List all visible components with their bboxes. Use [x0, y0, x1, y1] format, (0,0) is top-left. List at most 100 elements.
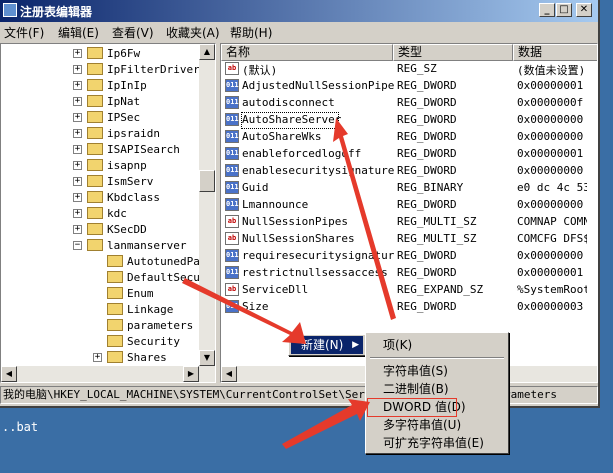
value-type: REG_BINARY [397, 181, 464, 194]
value-data: 0x00000000 (0) [517, 164, 587, 177]
expand-icon[interactable]: + [73, 97, 82, 106]
value-row[interactable]: ab NullSessionShares REG_MULTI_SZ COMCFG DF… [221, 231, 587, 248]
collapse-icon[interactable]: − [73, 241, 82, 250]
desktop-file-label[interactable]: ..bat [2, 420, 38, 434]
value-row[interactable]: 011 AdjustedNullSessionPipes REG_DWORD 0x00… [221, 78, 587, 95]
new-binary-value-item[interactable]: 二进制值(B) [368, 380, 506, 398]
menu-favorites[interactable]: 收藏夹(A) [166, 24, 220, 41]
menu-view[interactable]: 查看(V) [112, 24, 154, 41]
submenu-separator [370, 357, 504, 359]
menu-help[interactable]: 帮助(H) [230, 24, 272, 41]
value-row[interactable]: 011AutoShareWks REG_DWORD 0x00000000 (0) [221, 129, 587, 146]
folder-icon [87, 79, 103, 91]
value-type: REG_DWORD [397, 130, 457, 143]
expand-icon[interactable]: + [73, 65, 82, 74]
value-row[interactable]: 011 enableforcedlogoff REG_DWORD 0x00000001… [221, 146, 587, 163]
close-button[interactable]: ✕ [576, 3, 592, 17]
value-type: REG_DWORD [397, 300, 457, 313]
value-type: REG_MULTI_SZ [397, 215, 477, 228]
menu-bar: 文件(F) 编辑(E) 查看(V) 收藏夹(A) 帮助(H) [0, 22, 598, 41]
value-data: 0x0000000f (15) [517, 96, 587, 109]
tree-item-label: ISAPISearch [107, 143, 180, 156]
expand-icon[interactable]: + [73, 145, 82, 154]
column-header-type[interactable]: 类型 [393, 44, 513, 61]
expand-icon[interactable]: + [73, 225, 82, 234]
expand-icon[interactable]: + [73, 113, 82, 122]
binary-value-icon: 011 [225, 147, 239, 160]
tree-item-label: Kbdclass [107, 191, 160, 204]
tree-item-label: parameters [127, 319, 194, 332]
menu-edit[interactable]: 编辑(E) [58, 24, 99, 41]
tree-scroll-right-button[interactable]: ▶ [183, 366, 199, 382]
folder-icon [107, 303, 123, 315]
value-name: Size [242, 300, 269, 313]
new-expandable-string-value-item[interactable]: 可扩充字符串值(E) [368, 434, 506, 452]
expand-icon[interactable]: + [73, 161, 82, 170]
tree-item-label: IsmServ [107, 175, 154, 188]
value-row[interactable]: 011 enablesecuritysignature REG_DWORD 0x000… [221, 163, 587, 180]
expand-icon[interactable]: + [73, 177, 82, 186]
tree-scroll-thumb[interactable] [199, 170, 215, 192]
binary-value-icon: 011 [225, 198, 239, 211]
value-data: 0x00000001 (1) [517, 147, 587, 160]
title-bar[interactable]: 注册表编辑器 _ □ ✕ [0, 0, 598, 22]
value-row[interactable]: 011autodisconnect REG_DWORD 0x0000000f (15… [221, 95, 587, 112]
window-title: 注册表编辑器 [20, 5, 93, 19]
registry-tree-pane[interactable]: + Ip6Fw + IpFilterDriver + IpInIp + IpNat + IPSec… [0, 43, 216, 383]
value-type: REG_DWORD [397, 164, 457, 177]
value-name: restrictnullsessaccess [242, 266, 388, 279]
value-data: 0x00000000 (0) [517, 130, 587, 143]
tree-item-label: Shares [127, 351, 167, 364]
tree-scroll-up-button[interactable]: ▲ [199, 44, 215, 60]
expand-icon[interactable]: + [93, 353, 102, 362]
new-string-value-item[interactable]: 字符串值(S) [368, 362, 506, 380]
tree-item-label: Security [127, 335, 180, 348]
tree-item-label: IpNat [107, 95, 141, 108]
expand-icon[interactable]: + [73, 49, 82, 58]
maximize-button[interactable]: □ [556, 3, 572, 17]
column-header-name[interactable]: 名称 [221, 44, 393, 61]
value-row[interactable]: 011 Guid REG_BINARY e0 dc 4c 53 [221, 180, 587, 197]
tree-item-label: Linkage [127, 303, 174, 316]
tree-item-label: Ip6Fw [107, 47, 141, 60]
tree-item-label: IpInIp [107, 79, 147, 92]
value-type: REG_DWORD [397, 96, 457, 109]
value-name: NullSessionPipes [242, 215, 348, 228]
string-value-icon: ab [225, 283, 239, 296]
menu-file[interactable]: 文件(F) [4, 24, 44, 41]
column-header-data[interactable]: 数据 [513, 44, 597, 61]
value-name: enablesecuritysignature [242, 164, 394, 177]
value-type: REG_DWORD [397, 266, 457, 279]
expand-icon[interactable]: + [73, 129, 82, 138]
folder-icon [87, 47, 103, 59]
value-row[interactable]: 011 restrictnullsessaccess REG_DWORD 0x0000… [221, 265, 587, 282]
value-name: Guid [242, 181, 269, 194]
value-type: REG_SZ [397, 62, 437, 75]
value-row[interactable]: ab NullSessionPipes REG_MULTI_SZ COMNAP COM… [221, 214, 587, 231]
tree-vertical-scrollbar[interactable]: ▲ ▼ [199, 44, 215, 382]
value-row[interactable]: 011Size REG_DWORD 0x00000003 (3) [221, 299, 587, 316]
values-scroll-left-button[interactable]: ◀ [221, 366, 237, 382]
value-row[interactable]: 011 requiresecuritysignature REG_DWORD 0x00… [221, 248, 587, 265]
tree-horizontal-scrollbar[interactable]: ◀ ▶ [1, 366, 199, 382]
binary-value-icon: 011 [225, 300, 239, 313]
expand-icon[interactable]: + [73, 81, 82, 90]
value-row[interactable]: ab (默认) REG_SZ (数值未设置) [221, 61, 585, 78]
tree-scroll-left-button[interactable]: ◀ [1, 366, 17, 382]
dword-highlight-box [367, 398, 457, 417]
context-menu-new[interactable]: 新建(N) ▶ [291, 336, 363, 354]
value-type: REG_EXPAND_SZ [397, 283, 484, 296]
value-row[interactable]: abServiceDll REG_EXPAND_SZ %SystemRoot% [221, 282, 587, 299]
minimize-button[interactable]: _ [539, 3, 555, 17]
binary-value-icon: 011 [225, 249, 239, 262]
new-multi-string-value-item[interactable]: 多字符串值(U) [368, 416, 506, 434]
expand-icon[interactable]: + [73, 193, 82, 202]
value-row[interactable]: 011Lmannounce REG_DWORD 0x00000000 (0) [221, 197, 587, 214]
new-key-item[interactable]: 项(K) [368, 336, 506, 354]
tree-scroll-down-button[interactable]: ▼ [199, 350, 215, 366]
context-menu-new-label: 新建(N) [301, 338, 344, 352]
folder-icon [107, 319, 123, 331]
expand-icon[interactable]: + [73, 209, 82, 218]
context-menu: 新建(N) ▶ [288, 334, 366, 356]
tree-item-label: AutotunedPar [127, 255, 207, 268]
